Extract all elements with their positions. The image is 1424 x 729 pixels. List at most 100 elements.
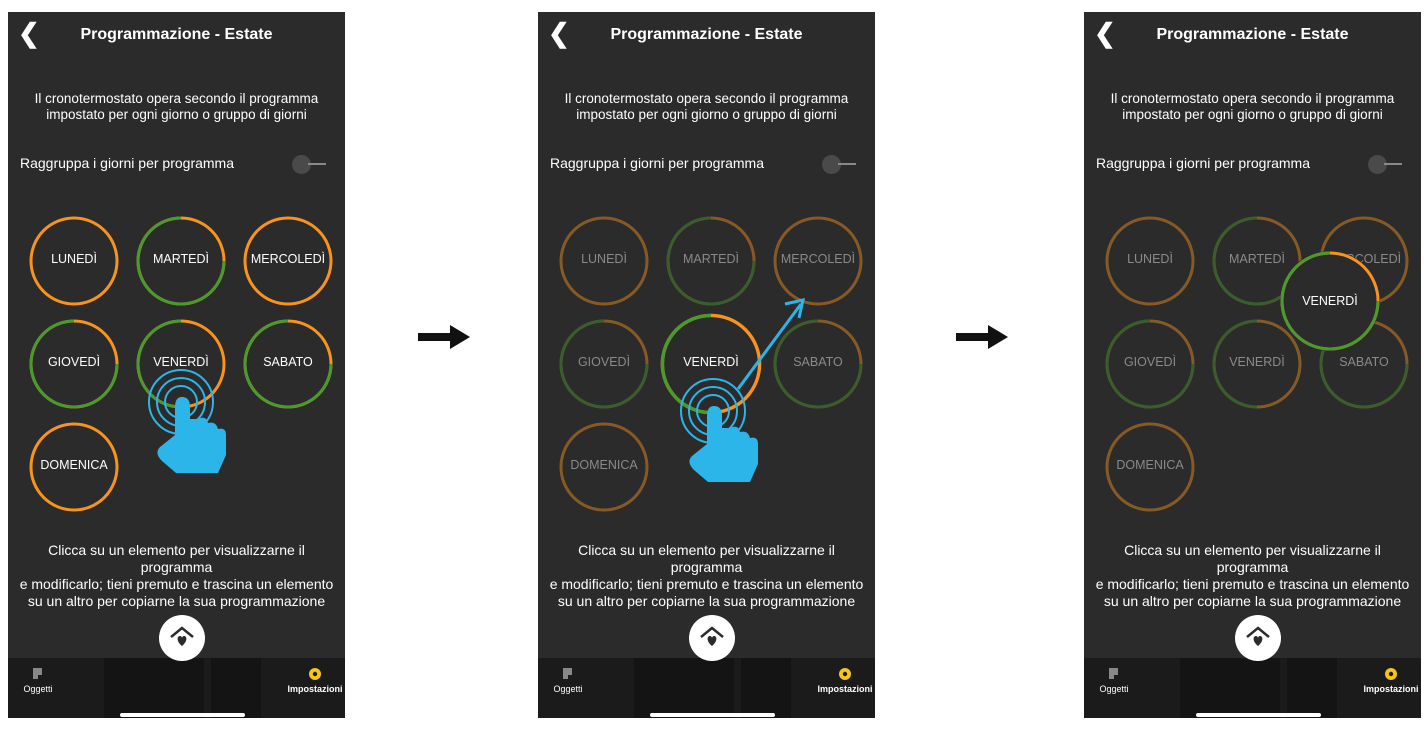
day-label: SABATO (263, 355, 313, 369)
day-label: GIOVEDÌ (577, 355, 631, 369)
dragged-day-venerdi[interactable]: VENERDÌ (1278, 249, 1382, 353)
tab-settings[interactable]: Impostazioni (1361, 666, 1421, 694)
day-label: DOMENICA (570, 458, 638, 472)
tab-label: Oggetti (23, 684, 53, 694)
instruction-line: Clicca su un elemento per visualizzarne … (1124, 542, 1381, 575)
description: Il cronotermostato opera secondo il prog… (18, 91, 335, 123)
day-lunedi[interactable]: LUNEDÌ (558, 215, 650, 307)
day-sabato[interactable]: SABATO (242, 318, 334, 410)
description-line: Il cronotermostato opera secondo il prog… (1110, 91, 1395, 106)
phone-screen-3: ❮ Programmazione - Estate Il cronotermos… (1084, 12, 1421, 718)
group-days-label: Raggruppa i giorni per programma (550, 155, 764, 171)
day-domenica[interactable]: DOMENICA (1104, 421, 1196, 513)
home-indicator (120, 713, 245, 717)
description: Il cronotermostato opera secondo il prog… (548, 91, 865, 123)
home-button[interactable] (159, 615, 205, 661)
objects-icon (563, 668, 572, 679)
day-label: VENERDÌ (1302, 294, 1358, 308)
hand-pointer-icon (680, 378, 758, 482)
day-mercoledi[interactable]: MERCOLEDÌ (242, 215, 334, 307)
gear-icon (1385, 668, 1397, 680)
day-label: GIOVEDÌ (47, 355, 101, 369)
gear-icon (309, 668, 321, 680)
day-label: LUNEDÌ (1127, 252, 1173, 266)
instruction-line: e modificarlo; tieni premuto e trascina … (19, 576, 334, 592)
arrow-right-icon (956, 325, 1008, 349)
instruction-line: su un altro per copiarne la sua programm… (27, 593, 326, 609)
day-label: VENERDÌ (153, 355, 209, 369)
tab-label: Oggetti (553, 684, 583, 694)
day-giovedi[interactable]: GIOVEDÌ (558, 318, 650, 410)
day-label: MARTEDÌ (152, 252, 210, 266)
day-label: MARTEDÌ (682, 252, 740, 266)
tab-bar: Oggetti Impostazioni (8, 658, 345, 718)
tab-label: Impostazioni (287, 684, 343, 694)
tab-settings[interactable]: Impostazioni (815, 666, 875, 694)
home-heart-icon (170, 626, 194, 646)
home-heart-icon (700, 626, 724, 646)
hand-pointer-icon (148, 369, 226, 473)
tab-objects[interactable]: Oggetti (8, 666, 68, 694)
day-martedi[interactable]: MARTEDÌ (135, 215, 227, 307)
day-domenica[interactable]: DOMENICA (28, 421, 120, 513)
header: ❮ Programmazione - Estate (1084, 12, 1421, 58)
tab-label: Impostazioni (817, 684, 873, 694)
home-indicator (650, 713, 775, 717)
day-label: SABATO (1339, 355, 1389, 369)
day-label: LUNEDÌ (581, 252, 627, 266)
phone-screen-1: ❮ Programmazione - Estate Il cronotermos… (8, 12, 345, 718)
home-heart-icon (1246, 626, 1270, 646)
group-days-toggle[interactable] (292, 154, 332, 174)
gear-icon (839, 668, 851, 680)
objects-icon (1109, 668, 1118, 679)
tab-bar: Oggetti Impostazioni (1084, 658, 1421, 718)
arrow-right-icon (418, 325, 470, 349)
tab-settings[interactable]: Impostazioni (285, 666, 345, 694)
tab-label: Impostazioni (1363, 684, 1419, 694)
home-button[interactable] (1235, 615, 1281, 661)
phone-screen-2: ❮ Programmazione - Estate Il cronotermos… (538, 12, 875, 718)
tab-label: Oggetti (1099, 684, 1129, 694)
day-giovedi[interactable]: GIOVEDÌ (1104, 318, 1196, 410)
instructions: Clicca su un elemento per visualizzarne … (12, 542, 341, 610)
description-line: impostato per ogni giorno o gruppo di gi… (46, 107, 307, 122)
day-label: VENERDÌ (1229, 355, 1285, 369)
header: ❮ Programmazione - Estate (538, 12, 875, 58)
day-label: DOMENICA (40, 458, 108, 472)
day-lunedi[interactable]: LUNEDÌ (1104, 215, 1196, 307)
group-days-toggle[interactable] (1368, 154, 1408, 174)
description-line: Il cronotermostato opera secondo il prog… (34, 91, 319, 106)
day-label: LUNEDÌ (51, 252, 97, 266)
home-button[interactable] (689, 615, 735, 661)
tab-objects[interactable]: Oggetti (1084, 666, 1144, 694)
page-title: Programmazione - Estate (80, 26, 273, 43)
group-days-label: Raggruppa i giorni per programma (1096, 155, 1310, 171)
tab-bar: Oggetti Impostazioni (538, 658, 875, 718)
instruction-line: e modificarlo; tieni premuto e trascina … (1095, 576, 1410, 592)
day-label: MERCOLEDÌ (250, 252, 326, 266)
instruction-line: Clicca su un elemento per visualizzarne … (578, 542, 835, 575)
instruction-line: su un altro per copiarne la sua programm… (1103, 593, 1402, 609)
group-days-toggle[interactable] (822, 154, 862, 174)
day-giovedi[interactable]: GIOVEDÌ (28, 318, 120, 410)
instruction-line: su un altro per copiarne la sua programm… (557, 593, 856, 609)
objects-icon (33, 668, 42, 679)
instruction-line: e modificarlo; tieni premuto e trascina … (549, 576, 864, 592)
description-line: impostato per ogni giorno o gruppo di gi… (1122, 107, 1383, 122)
instructions: Clicca su un elemento per visualizzarne … (1088, 542, 1417, 610)
day-domenica[interactable]: DOMENICA (558, 421, 650, 513)
instruction-line: Clicca su un elemento per visualizzarne … (48, 542, 305, 575)
page-title: Programmazione - Estate (610, 26, 803, 43)
description: Il cronotermostato opera secondo il prog… (1094, 91, 1411, 123)
day-label: GIOVEDÌ (1123, 355, 1177, 369)
description-line: Il cronotermostato opera secondo il prog… (564, 91, 849, 106)
home-indicator (1196, 713, 1321, 717)
description-line: impostato per ogni giorno o gruppo di gi… (576, 107, 837, 122)
day-lunedi[interactable]: LUNEDÌ (28, 215, 120, 307)
group-days-label: Raggruppa i giorni per programma (20, 155, 234, 171)
page-title: Programmazione - Estate (1156, 26, 1349, 43)
instructions: Clicca su un elemento per visualizzarne … (542, 542, 871, 610)
tab-objects[interactable]: Oggetti (538, 666, 598, 694)
day-label: MERCOLEDÌ (780, 252, 856, 266)
day-label: DOMENICA (1116, 458, 1184, 472)
